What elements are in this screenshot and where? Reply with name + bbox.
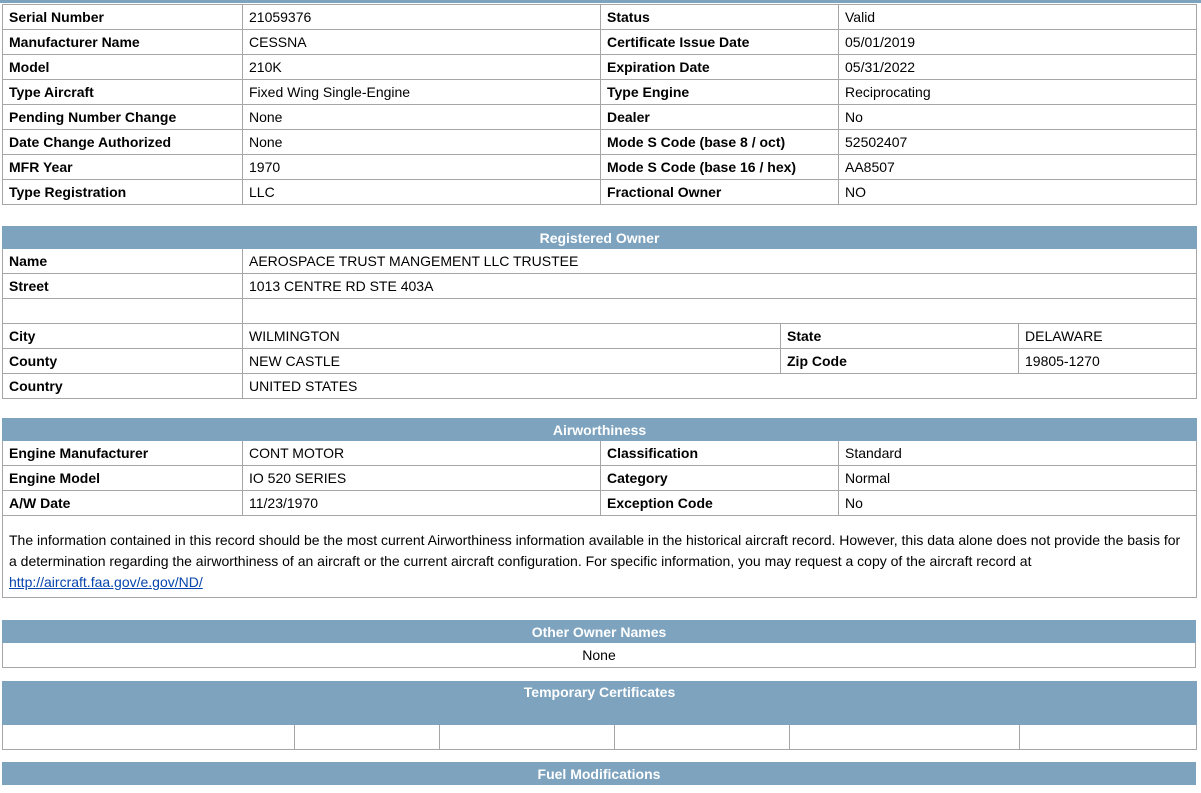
aircraft-description-table: Serial Number 21059376 Status Valid Manufact… (2, 4, 1197, 205)
owner-name-label: Name (2, 248, 243, 274)
owner-city-label: City (2, 323, 243, 349)
aircraft-row: MFR Year 1970 Mode S Code (base 16 / hex) A… (2, 154, 1197, 180)
aircraft-label-right: Expiration Date (600, 54, 839, 80)
aircraft-row: Manufacturer Name CESSNA Certificate Issue… (2, 29, 1197, 55)
aircraft-label-right: Type Engine (600, 79, 839, 105)
airworthiness-label-left: A/W Date (2, 490, 243, 516)
temp-cert-cell (2, 724, 295, 750)
owner-street-value: 1013 CENTRE RD STE 403A (241, 273, 1198, 299)
aircraft-label-right: Fractional Owner (600, 179, 839, 205)
aircraft-label-right: Dealer (600, 104, 839, 130)
registered-owner-header: Registered Owner (1, 226, 1198, 249)
temporary-certificates-header: Temporary Certificates (1, 681, 1198, 725)
temp-cert-cell (294, 724, 440, 750)
aircraft-label-left: Pending Number Change (2, 104, 243, 130)
owner-street-label: Street (2, 273, 243, 299)
airworthiness-row: A/W Date 11/23/1970 Exception Code No (2, 490, 1198, 516)
aircraft-row: Model 210K Expiration Date 05/31/2022 (2, 54, 1197, 80)
aircraft-record-link[interactable]: http://aircraft.faa.gov/e.gov/ND/ (9, 574, 203, 590)
aircraft-value-right: 05/31/2022 (838, 54, 1197, 80)
owner-street2-value (241, 298, 1198, 324)
airworthiness-label-left: Engine Model (2, 465, 243, 491)
aircraft-row: Pending Number Change None Dealer No (2, 104, 1197, 130)
temp-cert-cell (439, 724, 615, 750)
owner-name-value: AEROSPACE TRUST MANGEMENT LLC TRUSTEE (241, 248, 1198, 274)
aircraft-value-right: No (838, 104, 1197, 130)
aircraft-row: Date Change Authorized None Mode S Code (b… (2, 129, 1197, 155)
airworthiness-table: Airworthiness Engine Manufacturer CONT MO… (1, 418, 1198, 598)
aircraft-row: Serial Number 21059376 Status Valid (2, 4, 1197, 30)
airworthiness-value-left: CONT MOTOR (242, 440, 601, 466)
airworthiness-disclaimer: The information contained in this record… (1, 515, 1198, 598)
airworthiness-row: Engine Model IO 520 SERIES Category Normal (2, 465, 1198, 491)
owner-county-label: County (2, 348, 243, 374)
aircraft-value-left: 1970 (242, 154, 601, 180)
registered-owner-table: Registered Owner Name AEROSPACE TRUST MA… (1, 226, 1198, 399)
aircraft-label-left: Manufacturer Name (2, 29, 243, 55)
airworthiness-value-right: Standard (837, 440, 1198, 466)
temporary-certificates-table: Temporary Certificates (1, 681, 1198, 750)
airworthiness-value-left: IO 520 SERIES (242, 465, 601, 491)
temp-cert-cell (614, 724, 790, 750)
aircraft-value-left: None (242, 129, 601, 155)
aircraft-value-left: LLC (242, 179, 601, 205)
aircraft-value-left: CESSNA (242, 29, 601, 55)
owner-state-value: DELAWARE (1017, 323, 1198, 349)
airworthiness-row: Engine Manufacturer CONT MOTOR Classificat… (2, 440, 1198, 466)
aircraft-label-left: MFR Year (2, 154, 243, 180)
top-border (0, 0, 1201, 3)
aircraft-value-left: Fixed Wing Single-Engine (242, 79, 601, 105)
owner-country-value: UNITED STATES (241, 373, 1198, 399)
airworthiness-note-text: The information contained in this record… (9, 532, 1181, 569)
aircraft-value-left: 210K (242, 54, 601, 80)
airworthiness-value-right: Normal (837, 465, 1198, 491)
aircraft-value-right: 05/01/2019 (838, 29, 1197, 55)
aircraft-label-right: Mode S Code (base 8 / oct) (600, 129, 839, 155)
aircraft-row: Type Registration LLC Fractional Owner NO (2, 179, 1197, 205)
other-owner-names-table: Other Owner Names None (2, 620, 1196, 668)
airworthiness-label-left: Engine Manufacturer (2, 440, 243, 466)
aircraft-label-left: Date Change Authorized (2, 129, 243, 155)
aircraft-row: Type Aircraft Fixed Wing Single-Engine Typ… (2, 79, 1197, 105)
airworthiness-label-right: Category (600, 465, 839, 491)
fuel-modifications-table: Fuel Modifications (2, 762, 1196, 785)
other-owner-names-header: Other Owner Names (2, 620, 1196, 643)
owner-zip-value: 19805-1270 (1017, 348, 1198, 374)
aircraft-value-right: Reciprocating (838, 79, 1197, 105)
airworthiness-header: Airworthiness (1, 418, 1198, 441)
owner-street2-label (2, 298, 243, 324)
aircraft-label-left: Type Aircraft (2, 79, 243, 105)
temp-cert-cell (789, 724, 1020, 750)
aircraft-label-left: Type Registration (2, 179, 243, 205)
temp-cert-cell (1018, 724, 1198, 750)
owner-country-label: Country (2, 373, 243, 399)
aircraft-value-left: 21059376 (242, 4, 601, 30)
airworthiness-value-left: 11/23/1970 (242, 490, 601, 516)
owner-county-value: NEW CASTLE (242, 348, 781, 374)
airworthiness-label-right: Exception Code (600, 490, 839, 516)
aircraft-value-right: 52502407 (838, 129, 1197, 155)
aircraft-label-right: Mode S Code (base 16 / hex) (600, 154, 839, 180)
airworthiness-label-right: Classification (600, 440, 839, 466)
aircraft-value-right: NO (838, 179, 1197, 205)
aircraft-label-left: Serial Number (2, 4, 243, 30)
airworthiness-value-right: No (837, 490, 1198, 516)
owner-state-label: State (780, 323, 1019, 349)
aircraft-label-right: Certificate Issue Date (600, 29, 839, 55)
aircraft-value-right: AA8507 (838, 154, 1197, 180)
aircraft-value-left: None (242, 104, 601, 130)
aircraft-label-left: Model (2, 54, 243, 80)
owner-city-value: WILMINGTON (242, 323, 781, 349)
owner-zip-label: Zip Code (780, 348, 1019, 374)
other-owner-names-value: None (2, 642, 1196, 668)
aircraft-value-right: Valid (838, 4, 1197, 30)
fuel-modifications-header: Fuel Modifications (2, 762, 1196, 785)
aircraft-label-right: Status (600, 4, 839, 30)
